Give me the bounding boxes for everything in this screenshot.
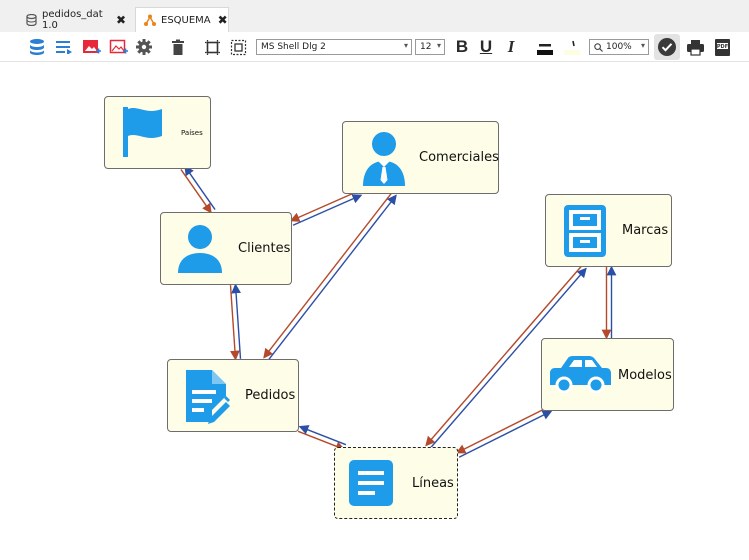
font-size-select[interactable]: 12 ▾ [415,39,445,55]
printer-icon[interactable] [684,36,706,58]
font-size-value: 12 [420,42,432,52]
gear-icon[interactable] [133,36,155,58]
fill-color-icon[interactable] [562,36,582,58]
close-icon[interactable]: ✖ [218,13,228,27]
entity-label: Clientes [238,241,291,256]
underline-label: U [479,37,493,56]
chevron-down-icon: ▾ [436,41,441,50]
lines-icon [348,459,394,510]
search-icon [594,42,603,52]
pdf-export-icon[interactable]: PDF [711,36,733,58]
schema-icon [144,14,156,26]
schema-canvas[interactable]: Países Comerciales Clientes Marcas Model… [0,63,749,560]
entity-label: Países [181,129,203,137]
entity-paises[interactable]: Países [104,96,211,169]
relation-line-modelos-lineas[interactable] [455,406,550,454]
chevron-down-icon: ▾ [640,41,645,50]
relation-line-lineas-modelos[interactable] [458,410,553,458]
entity-marcas[interactable]: Marcas [545,194,672,267]
relation-line-pedidos-clientes[interactable] [231,283,242,359]
bold-button[interactable]: B [453,36,471,58]
flag-icon [121,105,165,162]
cabinet-icon [562,203,608,262]
entity-label: Líneas [412,476,454,491]
document-edit-icon [184,368,230,427]
relation-line-clientes-paises[interactable] [184,165,216,210]
tab-bar: pedidos_dat 1.0 ✖ ESQUEMA ✖ [0,0,749,32]
tab-esquema[interactable]: ESQUEMA ✖ [135,7,229,32]
relation-line-clientes-pedidos[interactable] [229,285,240,361]
select-dashed-icon[interactable] [228,36,248,58]
tab-pedidos-dat[interactable]: pedidos_dat 1.0 ✖ [18,7,134,32]
svg-text:PDF: PDF [716,44,727,50]
database-stack-icon[interactable] [26,36,48,58]
relation-line-paises-clientes[interactable] [180,169,212,214]
font-name-select[interactable]: MS Shell Dlg 2 ▾ [256,39,412,55]
font-color-icon[interactable] [535,36,555,58]
entity-label: Marcas [622,223,669,238]
italic-button[interactable]: I [502,36,520,58]
close-icon[interactable]: ✖ [116,13,126,27]
underline-button[interactable]: U [477,36,495,58]
validate-shield-icon[interactable] [654,34,680,60]
toolbar: MS Shell Dlg 2 ▾ 12 ▾ B U I 100% ▾ PDF [0,32,749,62]
relation-line-clientes-comerciales[interactable] [292,194,363,226]
image-outline-icon[interactable] [107,36,129,58]
entity-label: Pedidos [245,388,296,403]
trash-icon[interactable] [168,36,188,58]
car-icon [548,355,612,396]
list-add-icon[interactable] [53,36,75,58]
entity-lineas[interactable]: Líneas [334,447,458,519]
relation-line-comerciales-clientes[interactable] [289,190,360,222]
database-icon [26,13,37,26]
tab-label: ESQUEMA [161,14,211,26]
select-area-icon[interactable] [202,36,222,58]
chevron-down-icon: ▾ [403,41,408,50]
zoom-value: 100% [606,42,632,52]
entity-pedidos[interactable]: Pedidos [167,359,299,432]
person-tie-icon [359,130,409,189]
entity-modelos[interactable]: Modelos [541,338,674,411]
entity-label: Comerciales [419,150,499,165]
entity-comerciales[interactable]: Comerciales [342,121,499,194]
tab-label: pedidos_dat 1.0 [42,8,103,31]
entity-label: Modelos [618,368,672,383]
entity-clientes[interactable]: Clientes [160,212,292,285]
relation-line-lineas-pedidos[interactable] [298,425,347,446]
image-add-icon[interactable] [80,36,102,58]
bold-label: B [455,37,469,56]
zoom-select[interactable]: 100% ▾ [589,39,649,55]
font-name-value: MS Shell Dlg 2 [261,42,326,52]
italic-label: I [507,37,515,56]
person-icon [177,223,223,278]
